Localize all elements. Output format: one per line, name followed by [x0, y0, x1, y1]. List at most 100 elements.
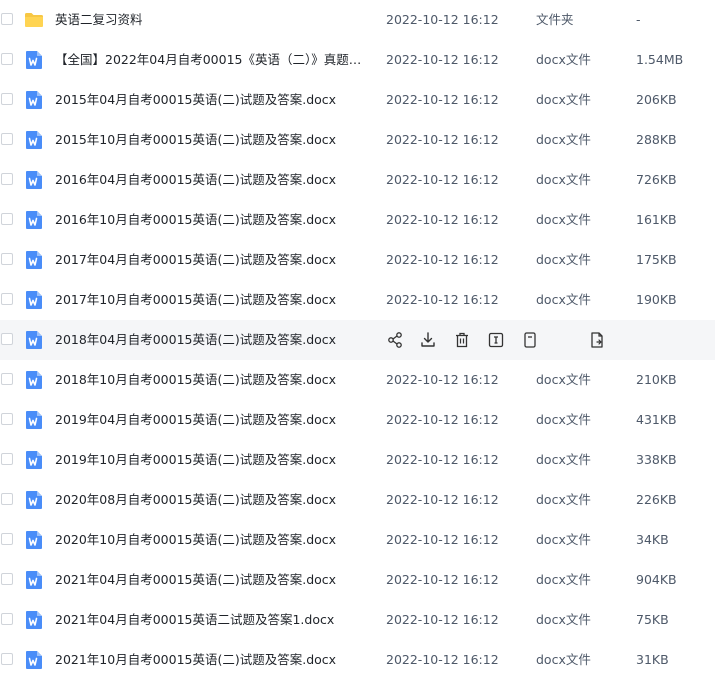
file-name[interactable]: 英语二复习资料 [55, 0, 365, 40]
file-size: 190KB [636, 292, 677, 307]
file-row[interactable]: 2016年04月自考00015英语(二)试题及答案.docx 2022-10-12… [0, 160, 715, 200]
row-checkbox[interactable] [1, 133, 13, 145]
rename-icon[interactable] [487, 331, 505, 349]
row-checkbox[interactable] [1, 293, 13, 305]
word-doc-icon [24, 490, 44, 510]
file-row[interactable]: 2015年10月自考00015英语(二)试题及答案.docx 2022-10-12… [0, 120, 715, 160]
file-name[interactable]: 2021年10月自考00015英语(二)试题及答案.docx [55, 640, 365, 680]
file-row[interactable]: 2020年10月自考00015英语(二)试题及答案.docx 2022-10-12… [0, 520, 715, 560]
file-row[interactable]: 2021年04月自考00015英语二试题及答案1.docx 2022-10-12 … [0, 600, 715, 640]
word-doc-icon [24, 250, 44, 270]
file-date: 2022-10-12 16:12 [386, 452, 499, 467]
delete-icon[interactable] [453, 331, 471, 349]
file-row[interactable]: 2017年10月自考00015英语(二)试题及答案.docx 2022-10-12… [0, 280, 715, 320]
file-size: 75KB [636, 612, 669, 627]
file-name[interactable]: 2017年10月自考00015英语(二)试题及答案.docx [55, 280, 365, 320]
file-size: 161KB [636, 212, 677, 227]
share-icon[interactable] [386, 331, 404, 349]
download-icon[interactable] [419, 331, 437, 349]
row-checkbox[interactable] [1, 533, 13, 545]
word-doc-icon [24, 410, 44, 430]
row-checkbox[interactable] [1, 493, 13, 505]
file-type: docx文件 [536, 172, 591, 187]
word-doc-icon [24, 530, 44, 550]
row-checkbox[interactable] [1, 373, 13, 385]
copy-icon[interactable] [588, 331, 606, 349]
file-size: - [636, 12, 641, 27]
file-name[interactable]: 2018年04月自考00015英语(二)试题及答案.docx [55, 320, 365, 360]
row-checkbox[interactable] [1, 333, 13, 345]
file-size: 175KB [636, 252, 677, 267]
row-checkbox[interactable] [1, 93, 13, 105]
file-name[interactable]: 2019年04月自考00015英语(二)试题及答案.docx [55, 400, 365, 440]
file-row[interactable]: 2015年04月自考00015英语(二)试题及答案.docx 2022-10-12… [0, 80, 715, 120]
row-checkbox[interactable] [1, 413, 13, 425]
word-doc-icon [24, 50, 44, 70]
file-row[interactable]: 2018年04月自考00015英语(二)试题及答案.docx [0, 320, 715, 360]
word-doc-icon [24, 330, 44, 350]
file-type: docx文件 [536, 412, 591, 427]
file-date: 2022-10-12 16:12 [386, 252, 499, 267]
file-name[interactable]: 2015年04月自考00015英语(二)试题及答案.docx [55, 80, 365, 120]
file-row[interactable]: 2016年10月自考00015英语(二)试题及答案.docx 2022-10-12… [0, 200, 715, 240]
file-row[interactable]: 英语二复习资料 2022-10-12 16:12 文件夹 - [0, 0, 715, 40]
file-type: docx文件 [536, 492, 591, 507]
file-size: 338KB [636, 452, 677, 467]
file-size: 34KB [636, 532, 669, 547]
word-doc-icon [24, 650, 44, 670]
file-type: docx文件 [536, 372, 591, 387]
file-row[interactable]: 2019年04月自考00015英语(二)试题及答案.docx 2022-10-12… [0, 400, 715, 440]
file-size: 726KB [636, 172, 677, 187]
row-checkbox[interactable] [1, 173, 13, 185]
file-name[interactable]: 2019年10月自考00015英语(二)试题及答案.docx [55, 440, 365, 480]
row-checkbox[interactable] [1, 53, 13, 65]
file-name[interactable]: 2016年10月自考00015英语(二)试题及答案.docx [55, 200, 365, 240]
file-name[interactable]: 2021年04月自考00015英语二试题及答案1.docx [55, 600, 365, 640]
file-date: 2022-10-12 16:12 [386, 212, 499, 227]
file-row[interactable]: 2020年08月自考00015英语(二)试题及答案.docx 2022-10-12… [0, 480, 715, 520]
file-row[interactable]: 2018年10月自考00015英语(二)试题及答案.docx 2022-10-12… [0, 360, 715, 400]
row-checkbox[interactable] [1, 653, 13, 665]
word-doc-icon [24, 570, 44, 590]
file-type: docx文件 [536, 612, 591, 627]
row-checkbox[interactable] [1, 13, 13, 25]
row-checkbox[interactable] [1, 213, 13, 225]
row-checkbox[interactable] [1, 253, 13, 265]
move-icon[interactable] [521, 331, 539, 349]
file-name[interactable]: 2017年04月自考00015英语(二)试题及答案.docx [55, 240, 365, 280]
file-name[interactable]: 【全国】2022年04月自考00015《英语（二）》真题及... [55, 40, 365, 80]
file-type: docx文件 [536, 212, 591, 227]
file-type: docx文件 [536, 652, 591, 667]
file-name[interactable]: 2020年08月自考00015英语(二)试题及答案.docx [55, 480, 365, 520]
file-row[interactable]: 2021年10月自考00015英语(二)试题及答案.docx 2022-10-12… [0, 640, 715, 680]
file-date: 2022-10-12 16:12 [386, 92, 499, 107]
file-name[interactable]: 2016年04月自考00015英语(二)试题及答案.docx [55, 160, 365, 200]
row-checkbox[interactable] [1, 573, 13, 585]
file-name[interactable]: 2021年04月自考00015英语(二)试题及答案.docx [55, 560, 365, 600]
file-name[interactable]: 2018年10月自考00015英语(二)试题及答案.docx [55, 360, 365, 400]
row-checkbox[interactable] [1, 613, 13, 625]
file-row[interactable]: 【全国】2022年04月自考00015《英语（二）》真题及... 2022-10-… [0, 40, 715, 80]
file-size: 431KB [636, 412, 677, 427]
file-row[interactable]: 2021年04月自考00015英语(二)试题及答案.docx 2022-10-12… [0, 560, 715, 600]
file-date: 2022-10-12 16:12 [386, 372, 499, 387]
file-size: 288KB [636, 132, 677, 147]
file-size: 904KB [636, 572, 677, 587]
word-doc-icon [24, 130, 44, 150]
file-name[interactable]: 2015年10月自考00015英语(二)试题及答案.docx [55, 120, 365, 160]
file-date: 2022-10-12 16:12 [386, 132, 499, 147]
word-doc-icon [24, 90, 44, 110]
file-row[interactable]: 2017年04月自考00015英语(二)试题及答案.docx 2022-10-12… [0, 240, 715, 280]
file-name[interactable]: 2020年10月自考00015英语(二)试题及答案.docx [55, 520, 365, 560]
word-doc-icon [24, 290, 44, 310]
file-date: 2022-10-12 16:12 [386, 492, 499, 507]
file-type: docx文件 [536, 252, 591, 267]
file-date: 2022-10-12 16:12 [386, 532, 499, 547]
file-type: 文件夹 [536, 12, 574, 27]
file-date: 2022-10-12 16:12 [386, 292, 499, 307]
file-type: docx文件 [536, 92, 591, 107]
file-size: 1.54MB [636, 52, 684, 67]
file-row[interactable]: 2019年10月自考00015英语(二)试题及答案.docx 2022-10-12… [0, 440, 715, 480]
file-size: 226KB [636, 492, 677, 507]
row-checkbox[interactable] [1, 453, 13, 465]
